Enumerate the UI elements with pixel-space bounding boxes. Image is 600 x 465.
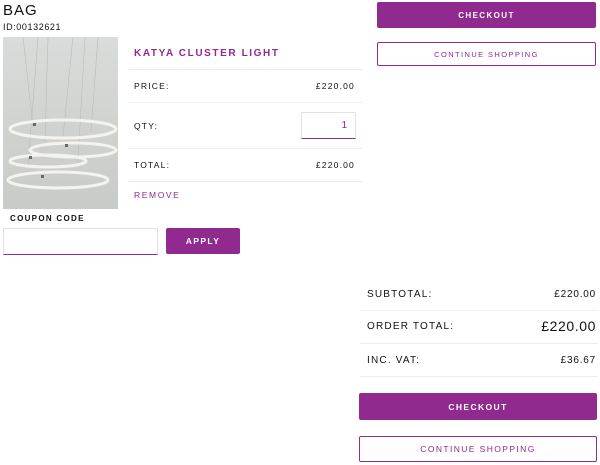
subtotal-value: £220.00 [554,289,596,300]
remove-button[interactable]: REMOVE [134,190,180,200]
product-image[interactable] [3,37,118,209]
divider [128,69,362,70]
subtotal-label: SUBTOTAL: [367,289,433,300]
divider [128,148,362,149]
price-value: £220.00 [315,81,355,91]
quantity-input[interactable]: 1 [301,112,356,139]
divider [128,102,362,103]
pendant-light-illustration [6,37,118,190]
product-name[interactable]: KATYA CLUSTER LIGHT [134,48,280,59]
page-title: BAG [3,2,38,19]
divider [128,181,362,182]
checkout-button-bottom[interactable]: CHECKOUT [359,393,597,420]
divider [360,310,598,311]
order-total-value: £220.00 [541,318,596,334]
total-value: £220.00 [315,160,355,170]
continue-shopping-button-bottom[interactable]: CONTINUE SHOPPING [359,436,597,462]
apply-coupon-button[interactable]: APPLY [166,228,240,254]
bag-id: ID:00132621 [3,22,62,32]
continue-shopping-button-top[interactable]: CONTINUE SHOPPING [377,42,596,66]
checkout-button-top[interactable]: CHECKOUT [377,2,596,28]
coupon-code-label: COUPON CODE [10,214,85,223]
vat-value: £36.67 [560,355,596,366]
total-label: TOTAL: [134,160,171,170]
coupon-code-input[interactable] [3,228,158,255]
qty-label: QTY: [134,121,159,131]
price-label: PRICE: [134,81,170,91]
order-total-label: ORDER TOTAL: [367,321,455,332]
divider [360,343,598,344]
vat-label: INC. VAT: [367,355,421,366]
divider [360,376,598,377]
